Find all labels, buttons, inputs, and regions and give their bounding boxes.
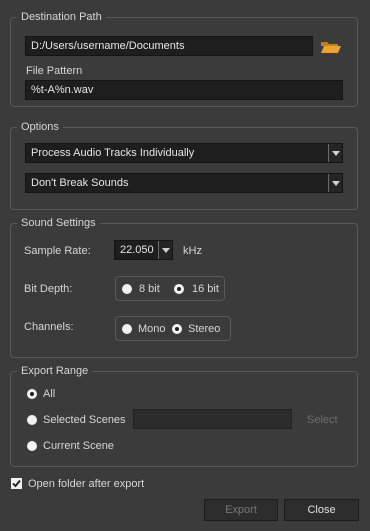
range-selected-scenes-radio[interactable] [27, 415, 37, 425]
bit-8-radio[interactable] [122, 284, 132, 294]
close-button[interactable]: Close [284, 499, 359, 521]
mono-label[interactable]: Mono [138, 322, 166, 336]
range-current-scene-radio[interactable] [27, 441, 37, 451]
chevron-down-icon[interactable] [328, 144, 342, 162]
bit-16-label[interactable]: 16 bit [192, 282, 219, 296]
export-button[interactable]: Export [204, 499, 278, 521]
open-folder-label[interactable]: Open folder after export [28, 477, 144, 491]
bit-depth-label: Bit Depth: [24, 283, 73, 295]
select-scenes-button: Select [307, 414, 338, 426]
sample-rate-label: Sample Rate: [24, 245, 91, 257]
break-sounds-dropdown[interactable]: Don't Break Sounds [25, 173, 343, 193]
file-pattern-input[interactable]: %t-A%n.wav [25, 80, 343, 100]
checkmark-icon [12, 479, 21, 488]
options-group: Options [10, 120, 358, 210]
tracks-dropdown-value: Process Audio Tracks Individually [31, 147, 195, 159]
destination-path-input[interactable]: D:/Users/username/Documents [25, 36, 313, 56]
bit-8-label[interactable]: 8 bit [139, 282, 160, 296]
tracks-dropdown[interactable]: Process Audio Tracks Individually [25, 143, 343, 163]
file-pattern-label: File Pattern [26, 65, 83, 77]
export-range-title: Export Range [17, 364, 93, 378]
stereo-radio[interactable] [172, 324, 182, 334]
sound-settings-title: Sound Settings [17, 216, 100, 230]
mono-radio[interactable] [122, 324, 132, 334]
range-selected-scenes-label[interactable]: Selected Scenes [43, 413, 126, 427]
break-sounds-dropdown-value: Don't Break Sounds [31, 177, 129, 189]
bit-16-radio[interactable] [174, 284, 184, 294]
sample-rate-unit: kHz [183, 245, 202, 257]
open-folder-checkbox[interactable] [11, 478, 22, 489]
folder-icon[interactable] [320, 40, 342, 54]
options-title: Options [17, 120, 63, 134]
chevron-down-icon[interactable] [328, 174, 342, 192]
stereo-label[interactable]: Stereo [188, 322, 220, 336]
range-all-radio[interactable] [27, 389, 37, 399]
selected-scenes-input[interactable] [133, 409, 292, 429]
range-current-scene-label[interactable]: Current Scene [43, 439, 114, 453]
range-all-label[interactable]: All [43, 387, 55, 401]
chevron-down-icon[interactable] [158, 241, 172, 259]
sample-rate-value: 22.050 [120, 244, 154, 256]
channels-label: Channels: [24, 321, 74, 333]
destination-title: Destination Path [17, 10, 106, 24]
sample-rate-dropdown[interactable]: 22.050 [114, 240, 173, 260]
